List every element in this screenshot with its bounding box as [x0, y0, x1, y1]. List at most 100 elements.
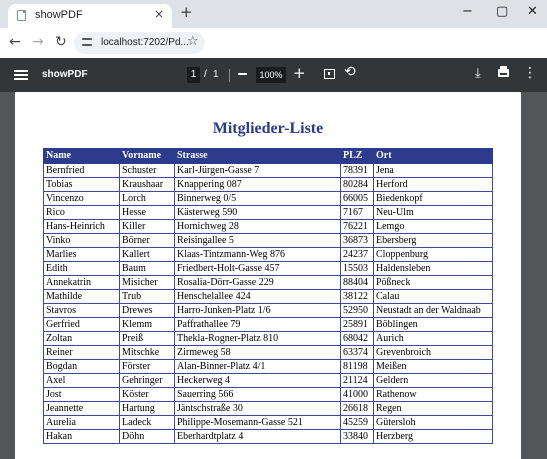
cell-vorname: Klemm — [119, 317, 175, 332]
cell-strasse: Paffrathallee 79 — [174, 317, 341, 332]
cell-vorname: Baum — [119, 261, 175, 276]
cell-name: Bernfried — [43, 163, 120, 178]
page-separator: / — [204, 69, 207, 80]
back-button[interactable]: ← — [9, 34, 21, 50]
cell-ort: Gütersloh — [373, 415, 493, 430]
cell-ort: Aurich — [373, 331, 493, 346]
table-row: Edith Baum Friedbert-Holt-Gasse 457 15503 Ha… — [43, 261, 493, 276]
cell-name: Vinko — [43, 233, 120, 248]
cell-strasse: Binnerweg 0/5 — [174, 191, 341, 206]
cell-strasse: Zirmeweg 58 — [174, 345, 341, 360]
url-text[interactable]: localhost:7202/Pd... — [101, 37, 189, 48]
cell-vorname: Döhn — [119, 429, 175, 444]
page-total: 1 — [213, 69, 219, 80]
column-header-vorname: Vorname — [119, 148, 175, 164]
menu-icon[interactable] — [14, 70, 28, 80]
column-header-plz: PLZ — [340, 148, 374, 164]
cell-name: Axel — [43, 373, 120, 388]
cell-ort: Geldern — [373, 373, 493, 388]
zoom-out-icon[interactable] — [238, 73, 247, 75]
cell-name: Gerfried — [43, 317, 120, 332]
cell-name: Annekatrin — [43, 275, 120, 290]
table-row: Zoltan Preiß Thekla-Rogner-Platz 810 68042 A… — [43, 331, 493, 346]
cell-name: Aurelia — [43, 415, 120, 430]
cell-name: Marlies — [43, 247, 120, 262]
cell-name: Jost — [43, 387, 120, 402]
cell-plz: 36873 — [340, 233, 374, 248]
cell-vorname: Hartung — [119, 401, 175, 416]
table-row: Tobias Kraushaar Knappering 087 80284 Herfor… — [43, 177, 493, 192]
print-icon[interactable] — [498, 66, 509, 77]
window-close-button[interactable]: ✕ — [527, 4, 538, 19]
rotate-icon[interactable]: ⟲ — [344, 64, 356, 80]
cell-vorname: Köster — [119, 387, 175, 402]
document-icon — [17, 10, 26, 21]
cell-ort: Ebersberg — [373, 233, 493, 248]
cell-plz: 25891 — [340, 317, 374, 332]
cell-vorname: Schuster — [119, 163, 175, 178]
zoom-level-input[interactable]: 100% — [256, 67, 286, 83]
cell-strasse: Reisingallee 5 — [174, 233, 341, 248]
column-header-name: Name — [43, 148, 120, 164]
cell-plz: 52950 — [340, 303, 374, 318]
cell-name: Hakan — [43, 429, 120, 444]
cell-plz: 88404 — [340, 275, 374, 290]
site-info-icon[interactable] — [82, 37, 92, 48]
browser-toolbar: ← → ↻ localhost:7202/Pd... ☆ — [0, 28, 547, 58]
table-row: Gerfried Klemm Paffrathallee 79 25891 Böblin… — [43, 317, 493, 332]
reload-button[interactable]: ↻ — [55, 34, 67, 50]
address-bar[interactable]: localhost:7202/Pd... ☆ — [74, 32, 205, 54]
fit-to-page-icon[interactable] — [324, 69, 335, 79]
cell-strasse: Thekla-Rogner-Platz 810 — [174, 331, 341, 346]
cell-strasse: Rosalia-Dörr-Gasse 229 — [174, 275, 341, 290]
more-options-icon[interactable]: ⋮ — [523, 65, 537, 81]
table-row: Marlies Kallert Klaas-Tintzmann-Weg 876 242… — [43, 247, 493, 262]
cell-ort: Jena — [373, 163, 493, 178]
cell-vorname: Trub — [119, 289, 175, 304]
column-header-strasse: Strasse — [174, 148, 341, 164]
table-row: Vinko Börner Reisingallee 5 36873 Ebersberg — [43, 233, 493, 248]
members-table: Name Vorname Strasse PLZ Ort Bernfried Sc… — [43, 148, 493, 444]
bookmark-star-icon[interactable]: ☆ — [187, 34, 199, 49]
cell-plz: 7167 — [340, 205, 374, 220]
cell-strasse: Klaas-Tintzmann-Weg 876 — [174, 247, 341, 262]
pdf-viewer[interactable]: Mitglieder-Liste Name Vorname Strasse PL… — [0, 92, 547, 459]
cell-plz: 76221 — [340, 219, 374, 234]
cell-name: Mathilde — [43, 289, 120, 304]
cell-plz: 66005 — [340, 191, 374, 206]
cell-ort: Böblingen — [373, 317, 493, 332]
table-row: Bogdan Förster Alan-Binner-Platz 4/1 81198 M… — [43, 359, 493, 374]
tab-title: showPDF — [35, 9, 83, 21]
cell-strasse: Eberhardtplatz 4 — [174, 429, 341, 444]
cell-plz: 63374 — [340, 345, 374, 360]
page-heading: Mitglieder-Liste — [212, 120, 324, 137]
cell-name: Bogdan — [43, 359, 120, 374]
cell-name: Rico — [43, 205, 120, 220]
pdf-toolbar: showPDF 1 / 1 100% + ⟲ ⤓ ⋮ — [0, 58, 547, 92]
cell-ort: Biedenkopf — [373, 191, 493, 206]
cell-strasse: Hornichweg 28 — [174, 219, 341, 234]
cell-plz: 38122 — [340, 289, 374, 304]
table-row: Hans-Heinrich Killer Hornichweg 28 76221 Lem… — [43, 219, 493, 234]
cell-ort: Neu-Ulm — [373, 205, 493, 220]
cell-ort: Regen — [373, 401, 493, 416]
cell-ort: Neustadt an der Waldnaab — [373, 303, 493, 318]
page-number-input[interactable]: 1 — [187, 67, 200, 83]
minimize-button[interactable]: − — [462, 4, 473, 19]
table-row: Vincenzo Lorch Binnerweg 0/5 66005 Biedenkop… — [43, 191, 493, 206]
new-tab-button[interactable]: + — [180, 3, 193, 21]
maximize-button[interactable]: ▢ — [496, 4, 508, 19]
cell-strasse: Kästerweg 590 — [174, 205, 341, 220]
close-tab-icon[interactable]: × — [154, 7, 164, 21]
cell-name: Tobias — [43, 177, 120, 192]
tab-showpdf[interactable]: showPDF × — [8, 4, 172, 28]
table-row: Rico Hesse Kästerweg 590 7167 Neu-Ulm — [43, 205, 493, 220]
download-icon[interactable]: ⤓ — [475, 66, 481, 81]
forward-button[interactable]: → — [32, 34, 44, 50]
document-title: showPDF — [42, 69, 88, 80]
cell-name: Zoltan — [43, 331, 120, 346]
cell-plz: 24237 — [340, 247, 374, 262]
table-header-row: Name Vorname Strasse PLZ Ort — [43, 148, 493, 164]
table-row: Axel Gehringer Heckerweg 4 21124 Geldern — [43, 373, 493, 388]
zoom-in-icon[interactable]: + — [293, 64, 306, 82]
